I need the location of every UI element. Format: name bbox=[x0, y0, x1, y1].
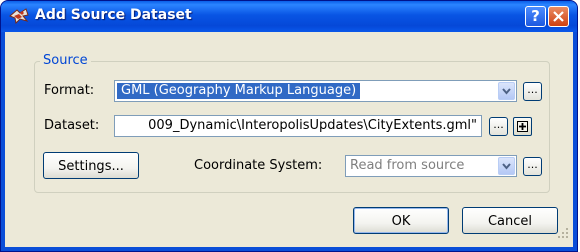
window-title: Add Source Dataset bbox=[35, 7, 192, 23]
add-source-dataset-dialog: Add Source Dataset ? Source Format: GML … bbox=[0, 0, 578, 252]
coordinate-system-browse-button[interactable]: ... bbox=[523, 157, 542, 176]
cancel-button[interactable]: Cancel bbox=[462, 207, 558, 234]
fme-dataset-icon bbox=[9, 8, 29, 25]
coordinate-system-select[interactable]: Read from source bbox=[345, 155, 517, 177]
dataset-label: Dataset: bbox=[44, 118, 100, 133]
chevron-down-icon bbox=[502, 163, 511, 170]
coordinate-system-dropdown-button[interactable] bbox=[498, 157, 515, 175]
dataset-input-value: 009_Dynamic\InteropolisUpdates\CityExten… bbox=[148, 118, 477, 133]
format-select-value: GML (Geography Markup Language) bbox=[117, 83, 361, 99]
coordinate-system-value: Read from source bbox=[350, 158, 465, 173]
resize-grip-icon[interactable] bbox=[557, 227, 569, 239]
help-button[interactable]: ? bbox=[525, 6, 546, 27]
ok-button[interactable]: OK bbox=[353, 207, 449, 234]
close-button[interactable] bbox=[548, 6, 569, 27]
format-browse-button[interactable]: ... bbox=[523, 82, 542, 101]
settings-button[interactable]: Settings... bbox=[43, 152, 139, 179]
format-label: Format: bbox=[44, 83, 95, 98]
source-group-legend: Source bbox=[40, 53, 91, 68]
format-select[interactable]: GML (Geography Markup Language) bbox=[114, 80, 517, 102]
dataset-input[interactable]: 009_Dynamic\InteropolisUpdates\CityExten… bbox=[114, 115, 482, 137]
title-bar[interactable]: Add Source Dataset ? bbox=[1, 1, 577, 32]
format-dropdown-button[interactable] bbox=[498, 82, 515, 100]
chevron-down-icon bbox=[502, 88, 511, 95]
plus-icon bbox=[517, 121, 528, 132]
close-icon bbox=[553, 11, 564, 22]
dataset-browse-button[interactable]: ... bbox=[489, 117, 508, 136]
add-dataset-button[interactable] bbox=[513, 117, 532, 136]
coordinate-system-label: Coordinate System: bbox=[194, 158, 323, 173]
